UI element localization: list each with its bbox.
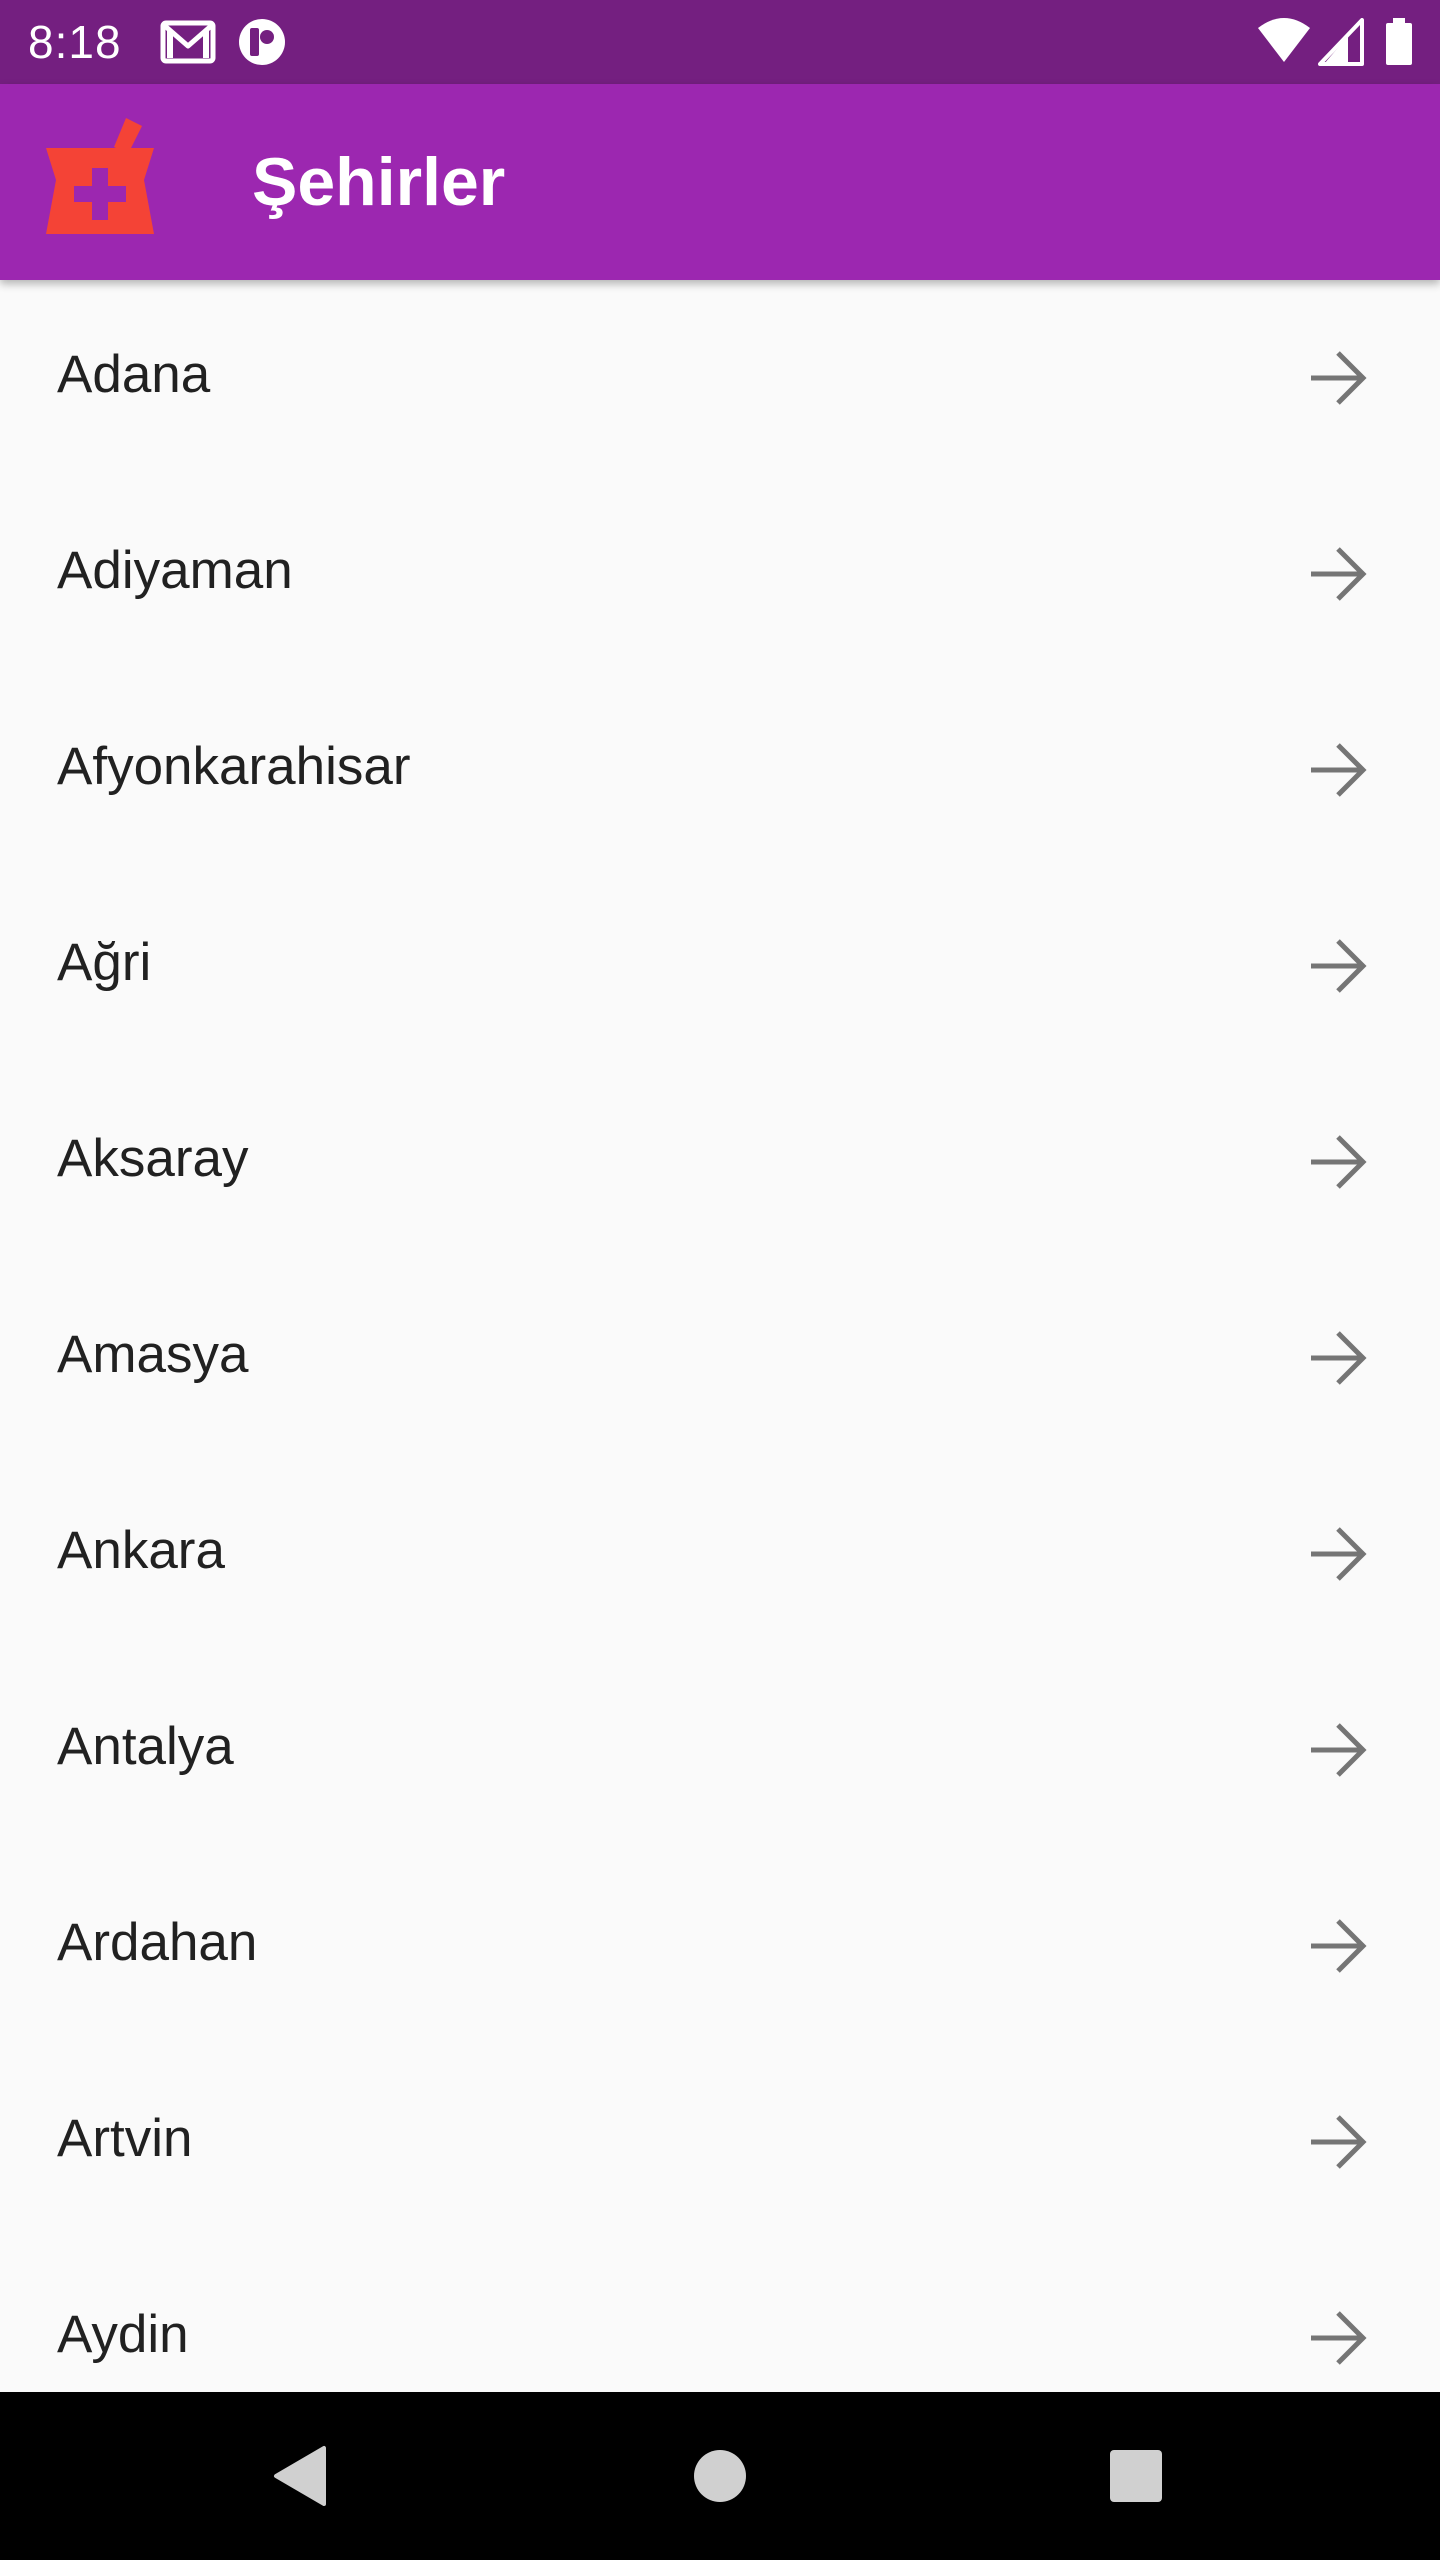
status-bar: 8:18	[0, 0, 1440, 84]
list-item[interactable]: Ankara	[0, 1456, 1440, 1652]
city-name: Ardahan	[57, 1913, 258, 1972]
cell-signal-icon	[1318, 18, 1364, 66]
list-item[interactable]: Adiyaman	[0, 476, 1440, 672]
list-item[interactable]: Artvin	[0, 2044, 1440, 2240]
home-icon[interactable]	[680, 2436, 760, 2516]
list-item[interactable]: Amasya	[0, 1260, 1440, 1456]
city-name: Aksaray	[57, 1129, 249, 1188]
city-list[interactable]: Adana Adiyaman Afyonkarahisar Ağri Aksaray Am…	[0, 280, 1440, 2392]
arrow-right-icon	[1311, 2115, 1367, 2169]
list-item[interactable]: Aksaray	[0, 1064, 1440, 1260]
arrow-right-icon	[1311, 743, 1367, 797]
city-name: Adana	[57, 345, 211, 404]
city-name: Aydin	[57, 2305, 189, 2364]
list-item[interactable]: Afyonkarahisar	[0, 672, 1440, 868]
city-name: Antalya	[57, 1717, 234, 1776]
city-name: Adiyaman	[57, 541, 293, 600]
navigation-bar	[0, 2392, 1440, 2560]
wifi-icon	[1258, 18, 1310, 62]
arrow-right-icon	[1311, 1135, 1367, 1189]
list-item[interactable]: Ağri	[0, 868, 1440, 1064]
recents-icon[interactable]	[1096, 2436, 1176, 2516]
city-name: Afyonkarahisar	[57, 737, 411, 796]
list-item[interactable]: Antalya	[0, 1652, 1440, 1848]
app-bar: Şehirler	[0, 84, 1440, 280]
pharmacy-mortar-icon	[46, 118, 154, 234]
status-time: 8:18	[28, 16, 122, 68]
arrow-right-icon	[1311, 1527, 1367, 1581]
screen: 8:18 Şehirler Adana Adiyaman Afyonkarahi…	[0, 0, 1440, 2560]
list-item[interactable]: Adana	[0, 280, 1440, 476]
city-name: Ankara	[57, 1521, 225, 1580]
app-notification-icon	[239, 19, 285, 65]
arrow-right-icon	[1311, 1331, 1367, 1385]
arrow-right-icon	[1311, 351, 1367, 405]
list-item[interactable]: Aydin	[0, 2240, 1440, 2392]
page-title: Şehirler	[252, 144, 506, 220]
list-item[interactable]: Ardahan	[0, 1848, 1440, 2044]
arrow-right-icon	[1311, 547, 1367, 601]
city-name: Amasya	[57, 1325, 249, 1384]
arrow-right-icon	[1311, 1723, 1367, 1777]
battery-icon	[1386, 18, 1412, 65]
back-icon[interactable]	[260, 2436, 340, 2516]
arrow-right-icon	[1311, 1919, 1367, 1973]
city-name: Ağri	[57, 933, 152, 992]
gmail-icon	[160, 20, 216, 64]
arrow-right-icon	[1311, 939, 1367, 993]
city-name: Artvin	[57, 2109, 193, 2168]
arrow-right-icon	[1311, 2311, 1367, 2365]
